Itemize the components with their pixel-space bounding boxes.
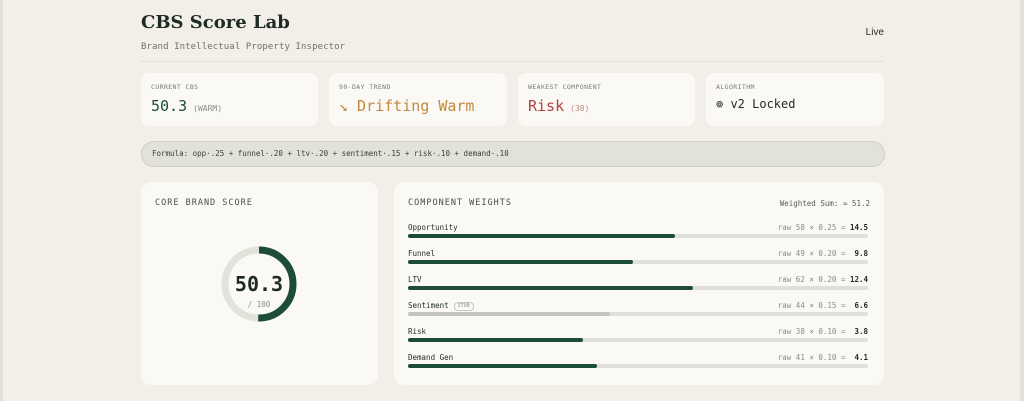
weight-value: 0.20 bbox=[818, 249, 837, 258]
raw-value: raw 49 bbox=[777, 249, 805, 258]
raw-value: raw 38 bbox=[777, 327, 805, 336]
weight-value: 0.25 bbox=[818, 223, 837, 232]
weighted-sum: Weighted Sum: ≈ 51.2 bbox=[779, 199, 870, 208]
component-calc: raw 41 × 0.10 = 4.1 bbox=[777, 353, 868, 362]
raw-value: raw 62 bbox=[777, 275, 805, 284]
weighted-result: 3.8 bbox=[854, 327, 868, 336]
component-calc: raw 58 × 0.25 = 14.5 bbox=[777, 223, 869, 232]
weight-value: 0.10 bbox=[818, 327, 837, 336]
progress-track bbox=[408, 286, 868, 290]
core-brand-score-card: CORE BRAND SCORE 50.3 / 100 bbox=[141, 182, 378, 385]
progress-fill bbox=[408, 260, 634, 264]
live-status: Live bbox=[865, 27, 884, 38]
progress-track bbox=[408, 338, 868, 342]
component-row-funnel: Funnel raw 49 × 0.20 = 9.8 bbox=[408, 249, 868, 271]
stat-algorithm: ALGORITHM ⊚ v2 Locked bbox=[706, 73, 884, 126]
page-header: CBS Score Lab Brand Intellectual Propert… bbox=[141, 12, 884, 62]
component-calc: raw 44 × 0.15 = 6.6 bbox=[777, 301, 868, 310]
progress-fill bbox=[408, 364, 597, 368]
component-label: Risk bbox=[408, 327, 427, 336]
weighted-result: 12.4 bbox=[850, 275, 869, 284]
weakest-component-value: Risk bbox=[528, 97, 565, 115]
stat-weakest-component: WEAKEST COMPONENT Risk (38) bbox=[518, 73, 695, 126]
stat-90-day-trend: 90-DAY TREND ↘ Drifting Warm bbox=[329, 73, 507, 126]
progress-fill bbox=[408, 338, 583, 342]
formula-bar: Formula: opp·.25 + funnel·.20 + ltv·.20 … bbox=[141, 141, 885, 167]
stat-label: WEAKEST COMPONENT bbox=[528, 83, 602, 91]
component-row-opportunity: Opportunity raw 58 × 0.25 = 14.5 bbox=[408, 223, 868, 245]
stat-value: Risk (38) bbox=[528, 97, 685, 115]
weighted-result: 14.5 bbox=[850, 223, 869, 232]
progress-fill bbox=[408, 286, 694, 290]
progress-track bbox=[408, 260, 868, 264]
current-cbs-value: 50.3 bbox=[151, 97, 188, 115]
progress-track bbox=[408, 234, 868, 238]
score-denominator: / 100 bbox=[247, 300, 271, 309]
component-weights-card: COMPONENT WEIGHTS Weighted Sum: ≈ 51.2 O… bbox=[394, 182, 884, 385]
weighted-result: 9.8 bbox=[854, 249, 868, 258]
component-label-wrap: Sentiment STUB bbox=[408, 301, 474, 311]
component-label: Sentiment bbox=[408, 301, 449, 310]
weight-value: 0.15 bbox=[818, 301, 837, 310]
card-label: COMPONENT WEIGHTS bbox=[408, 198, 512, 208]
progress-track bbox=[408, 364, 868, 368]
component-row-ltv: LTV raw 62 × 0.20 = 12.4 bbox=[408, 275, 868, 297]
stat-label: ALGORITHM bbox=[716, 83, 755, 91]
stub-badge: STUB bbox=[453, 302, 474, 311]
weighted-result: 4.1 bbox=[854, 353, 868, 362]
component-calc: raw 38 × 0.10 = 3.8 bbox=[777, 327, 868, 336]
weakest-component-note: (38) bbox=[570, 104, 590, 113]
score-value: 50.3 bbox=[234, 272, 284, 296]
component-row-risk: Risk raw 38 × 0.10 = 3.8 bbox=[408, 327, 868, 349]
component-row-demand-gen: Demand Gen raw 41 × 0.10 = 4.1 bbox=[408, 353, 868, 375]
current-cbs-note: (WARM) bbox=[193, 104, 223, 113]
stat-label: CURRENT CBS bbox=[151, 83, 199, 91]
component-row-sentiment: Sentiment STUB raw 44 × 0.15 = 6.6 bbox=[408, 301, 868, 323]
component-label: LTV bbox=[408, 275, 422, 284]
weight-value: 0.10 bbox=[818, 353, 837, 362]
page-title: CBS Score Lab bbox=[141, 12, 290, 33]
raw-value: raw 41 bbox=[777, 353, 805, 362]
left-edge bbox=[0, 0, 3, 401]
page-subtitle: Brand Intellectual Property Inspector bbox=[141, 42, 346, 52]
stat-current-cbs: CURRENT CBS 50.3 (WARM) bbox=[141, 73, 318, 126]
stat-value: 50.3 (WARM) bbox=[151, 97, 308, 115]
progress-track bbox=[408, 312, 868, 316]
component-label: Demand Gen bbox=[408, 353, 454, 362]
algorithm-value: ⊚ v2 Locked bbox=[716, 97, 796, 111]
weighted-result: 6.6 bbox=[854, 301, 868, 310]
raw-value: raw 44 bbox=[777, 301, 805, 310]
component-calc: raw 62 × 0.20 = 12.4 bbox=[777, 275, 869, 284]
component-label: Opportunity bbox=[408, 223, 458, 232]
component-calc: raw 49 × 0.20 = 9.8 bbox=[777, 249, 868, 258]
component-label: Funnel bbox=[408, 249, 436, 258]
progress-fill bbox=[408, 312, 611, 316]
card-label: CORE BRAND SCORE bbox=[155, 198, 253, 208]
progress-fill bbox=[408, 234, 675, 238]
raw-value: raw 58 bbox=[777, 223, 805, 232]
trend-value: ↘ Drifting Warm bbox=[339, 97, 475, 115]
stat-label: 90-DAY TREND bbox=[339, 83, 391, 91]
right-edge bbox=[1020, 0, 1024, 401]
weight-value: 0.20 bbox=[818, 275, 837, 284]
